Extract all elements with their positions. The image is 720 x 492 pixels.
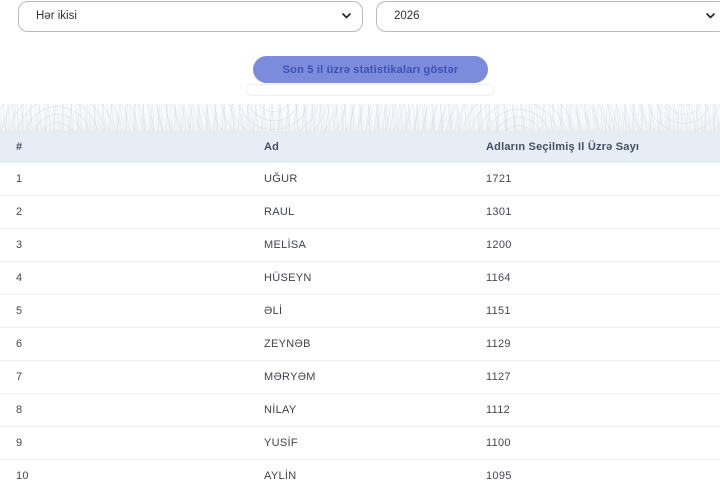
ornament-pattern-band	[0, 103, 720, 131]
table-row: 2 RAUL 1301	[0, 196, 720, 229]
gender-select-value: Hər ikisi	[36, 2, 77, 31]
name-cell: NİLAY	[248, 404, 470, 416]
count-cell: 1200	[470, 239, 720, 251]
count-cell: 1151	[470, 305, 720, 317]
name-cell: HÜSEYN	[248, 272, 470, 284]
name-cell: MELİSA	[248, 239, 470, 251]
column-header-rank: #	[0, 141, 248, 153]
rank-cell: 9	[0, 437, 248, 449]
rank-cell: 4	[0, 272, 248, 284]
name-cell: ƏLİ	[248, 305, 470, 317]
table-row: 4 HÜSEYN 1164	[0, 262, 720, 295]
year-select-value: 2026	[394, 2, 420, 31]
table-row: 5 ƏLİ 1151	[0, 295, 720, 328]
rank-cell: 10	[0, 470, 248, 482]
show-statistics-button[interactable]: Son 5 il üzrə statistikaları göstər	[253, 56, 488, 83]
rank-cell: 6	[0, 338, 248, 350]
count-cell: 1129	[470, 338, 720, 350]
page: Hər ikisi 2026 Son 5 il üzrə statistikal…	[0, 0, 720, 492]
count-cell: 1164	[470, 272, 720, 284]
rank-cell: 1	[0, 173, 248, 185]
year-select[interactable]: 2026	[376, 1, 720, 32]
names-statistics-table: # Ad Adların Seçilmiş Il Üzrə Sayı 1 UĞU…	[0, 131, 720, 492]
table-row: 9 YUSİF 1100	[0, 427, 720, 460]
name-cell: ZEYNƏB	[248, 338, 470, 350]
count-cell: 1301	[470, 206, 720, 218]
count-cell: 1721	[470, 173, 720, 185]
table-body: 1 UĞUR 1721 2 RAUL 1301 3 MELİSA 1200 4 …	[0, 163, 720, 492]
table-row: 3 MELİSA 1200	[0, 229, 720, 262]
chevron-down-icon	[706, 13, 715, 19]
chevron-down-icon	[342, 13, 351, 19]
rank-cell: 3	[0, 239, 248, 251]
column-header-count: Adların Seçilmiş Il Üzrə Sayı	[470, 141, 720, 153]
count-cell: 1095	[470, 470, 720, 482]
table-row: 10 AYLİN 1095	[0, 460, 720, 492]
rank-cell: 7	[0, 371, 248, 383]
column-header-name: Ad	[248, 141, 470, 153]
gender-select[interactable]: Hər ikisi	[18, 1, 363, 32]
button-shadow-outline	[246, 84, 494, 96]
table-row: 1 UĞUR 1721	[0, 163, 720, 196]
table-row: 7 MƏRYƏM 1127	[0, 361, 720, 394]
table-header-row: # Ad Adların Seçilmiş Il Üzrə Sayı	[0, 131, 720, 163]
rank-cell: 2	[0, 206, 248, 218]
rank-cell: 8	[0, 404, 248, 416]
name-cell: MƏRYƏM	[248, 371, 470, 383]
name-cell: UĞUR	[248, 173, 470, 185]
rank-cell: 5	[0, 305, 248, 317]
count-cell: 1127	[470, 371, 720, 383]
table-row: 6 ZEYNƏB 1129	[0, 328, 720, 361]
count-cell: 1100	[470, 437, 720, 449]
name-cell: YUSİF	[248, 437, 470, 449]
name-cell: RAUL	[248, 206, 470, 218]
name-cell: AYLİN	[248, 470, 470, 482]
count-cell: 1112	[470, 404, 720, 416]
table-row: 8 NİLAY 1112	[0, 394, 720, 427]
